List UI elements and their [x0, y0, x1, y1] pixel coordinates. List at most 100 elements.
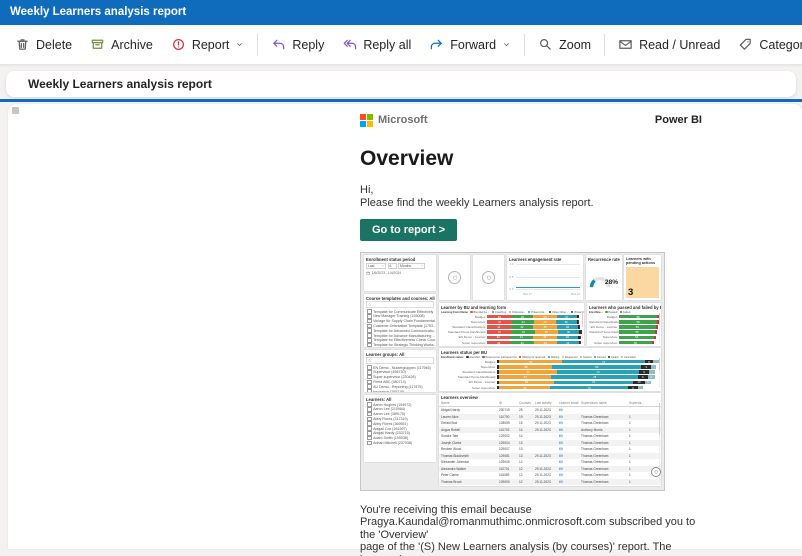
table-cell: 129090	[499, 480, 519, 484]
learner-email-cell	[559, 447, 581, 452]
column-header: Name	[441, 401, 499, 405]
table-cell: 12	[519, 460, 535, 464]
filter-item-label: Aaron Lee (389175)	[373, 412, 405, 416]
report-preview-image[interactable]: Enrollment status periodLast6Months1/6/2…	[360, 252, 665, 491]
chart-category-label: Standard Classifications	[441, 325, 487, 329]
filter-item-label: Customer Orientation Template (1753...	[373, 324, 436, 328]
chart-bar-segment: 40	[512, 315, 533, 319]
legend-dot-icon	[528, 311, 530, 313]
table-cell: 1	[629, 447, 657, 451]
chart-category-label: Badges	[441, 315, 487, 319]
chart-bar-segment	[638, 386, 644, 390]
shield-placeholder-icon	[448, 271, 461, 284]
chart-bar-row: Super supervisor46709	[441, 385, 659, 390]
table-cell: 12	[519, 480, 535, 484]
panel-title: Learners: All	[364, 395, 436, 402]
legend-item: Präsenztra...	[528, 311, 546, 314]
chart-passed-failed-by-bu: Learners who passed and failed by BUEnro…	[587, 303, 661, 346]
chart-bar-segment: 80	[552, 365, 641, 369]
legend-dot-icon	[549, 311, 551, 313]
footer-line: Pragya.Kaundal@romanmuthimc.onmicrosoft.…	[360, 516, 702, 541]
legend-label: Registered	[565, 356, 578, 359]
chart-category-label: Badges	[589, 315, 619, 319]
chevron-down-icon	[235, 40, 244, 49]
toolbar-archive-button[interactable]: Archive	[81, 31, 162, 58]
email-icon	[559, 409, 563, 413]
legend-label: Started	[583, 356, 591, 359]
column-header: Courses	[519, 401, 535, 405]
feedback-shield-icon	[651, 467, 661, 477]
chart-bar: 47424340	[487, 330, 582, 334]
email-icon	[559, 441, 563, 445]
chart-bar-segment: 9	[638, 375, 648, 379]
legend-item: Reserved on participant list	[482, 356, 516, 359]
toolbar-reply-button[interactable]: Reply	[262, 31, 333, 58]
reply-icon	[271, 37, 286, 52]
table-cell: 29.11.2023	[535, 480, 559, 484]
chart-bar: 48809	[497, 365, 659, 369]
table-cell: 19	[519, 415, 535, 419]
table-cell: 1	[629, 441, 657, 445]
filter-item-label: Template for Advanced Communicatio...	[373, 329, 436, 333]
table-cell: Alexander Johnston	[441, 460, 499, 464]
chart-legend: Enrollment status:AttendedReserved on pa…	[439, 355, 661, 359]
email-icon	[559, 454, 563, 458]
filter-item-label: Super supervisor (220426)	[373, 375, 416, 379]
toolbar-report-button[interactable]: Report	[162, 31, 254, 58]
go-to-report-button[interactable]: Go to report >	[360, 219, 457, 241]
table-cell: Angus Rebell	[441, 428, 499, 432]
filter-item-label: EN Demo - Nutzergruppen (117946)	[373, 366, 431, 370]
toolbar-read-unread-button[interactable]: Read / Unread	[609, 31, 729, 58]
legend-label: Onlinetrai...	[512, 311, 526, 314]
filter-item-label: Template for Advance Manufacturing ...	[373, 334, 435, 338]
chart-bar-segment: 42	[512, 330, 535, 334]
toolbar-categorize-button[interactable]: Categorize	[729, 31, 802, 58]
table-cell: 1	[629, 480, 657, 484]
chart-category-label: Super supervisor	[441, 386, 497, 390]
chart-bars: Badges57748Supervisor48809Standard Class…	[439, 359, 661, 390]
search-input	[366, 357, 434, 364]
legend-label: Präsenztra...	[531, 311, 546, 314]
chart-bar-segment: 41	[512, 320, 534, 324]
chart-category-label: Supervisor	[441, 320, 487, 324]
chart-bar-segment: 74	[562, 360, 644, 364]
toolbar-forward-button[interactable]: Forward	[420, 31, 520, 58]
toolbar-reply-all-button[interactable]: Reply all	[333, 31, 420, 58]
table-cell: Thomas Greenham	[581, 415, 629, 419]
filter-item-label: Vorlage für Supply Chain Fundamental...	[373, 319, 436, 323]
legend-label: Blended Le...	[473, 311, 489, 314]
chart-category-label: Standard Home Dashboard	[441, 330, 487, 334]
learner-email-cell	[559, 454, 581, 459]
chart-bar-segment: 40	[558, 330, 579, 334]
table-cell: Thomas Greenham	[581, 473, 629, 477]
legend-label: Waiting	[551, 356, 560, 359]
filter-list-item: Template for Communicate Effectively	[364, 309, 436, 314]
filter-item-label: Template for Effectiveness Check Cour...	[373, 338, 436, 342]
chart-bar-segment	[652, 341, 654, 345]
legend-dot-icon	[620, 311, 622, 313]
chart-learners-status-per-bu: Learners status per BUEnrollment status:…	[439, 348, 661, 391]
learner-email-cell	[559, 434, 581, 439]
filter-item-label: Abby Flores (317319)	[373, 417, 408, 421]
footer-text: You're receiving this email because Prag…	[360, 504, 702, 556]
chart-category-label: Standard Classifications	[441, 370, 497, 374]
email-icon	[559, 415, 563, 419]
recurrence-value: 28%	[605, 279, 618, 286]
table-cell: 29.11.2023	[535, 421, 559, 425]
table-cell: Lauren Alice	[441, 415, 499, 419]
filter-item-label: Aaron Hughes (194972)	[373, 403, 411, 407]
panel-title: Enrollment status period	[364, 255, 436, 262]
table-cell: Thomas Greenham	[581, 480, 629, 484]
filter-item-label: Aaron Lee (210964)	[373, 407, 405, 411]
chevron-down-icon	[420, 264, 424, 269]
filter-list-item: Insurance (255216)	[364, 389, 436, 392]
email-subject: Weekly Learners analysis report	[28, 77, 212, 91]
chart-bar-segment: 46	[487, 315, 512, 319]
filter-item-label: Template for Communicate Effectively	[373, 310, 433, 314]
chart-bar: 4972106	[497, 381, 659, 385]
toolbar-delete-button[interactable]: Delete	[6, 31, 81, 58]
panel-title: Recurrence rate	[586, 255, 622, 262]
chart-bar-segment: 57	[499, 360, 562, 364]
table-cell: 128059	[499, 421, 519, 425]
toolbar-zoom-button[interactable]: Zoom	[529, 31, 600, 58]
